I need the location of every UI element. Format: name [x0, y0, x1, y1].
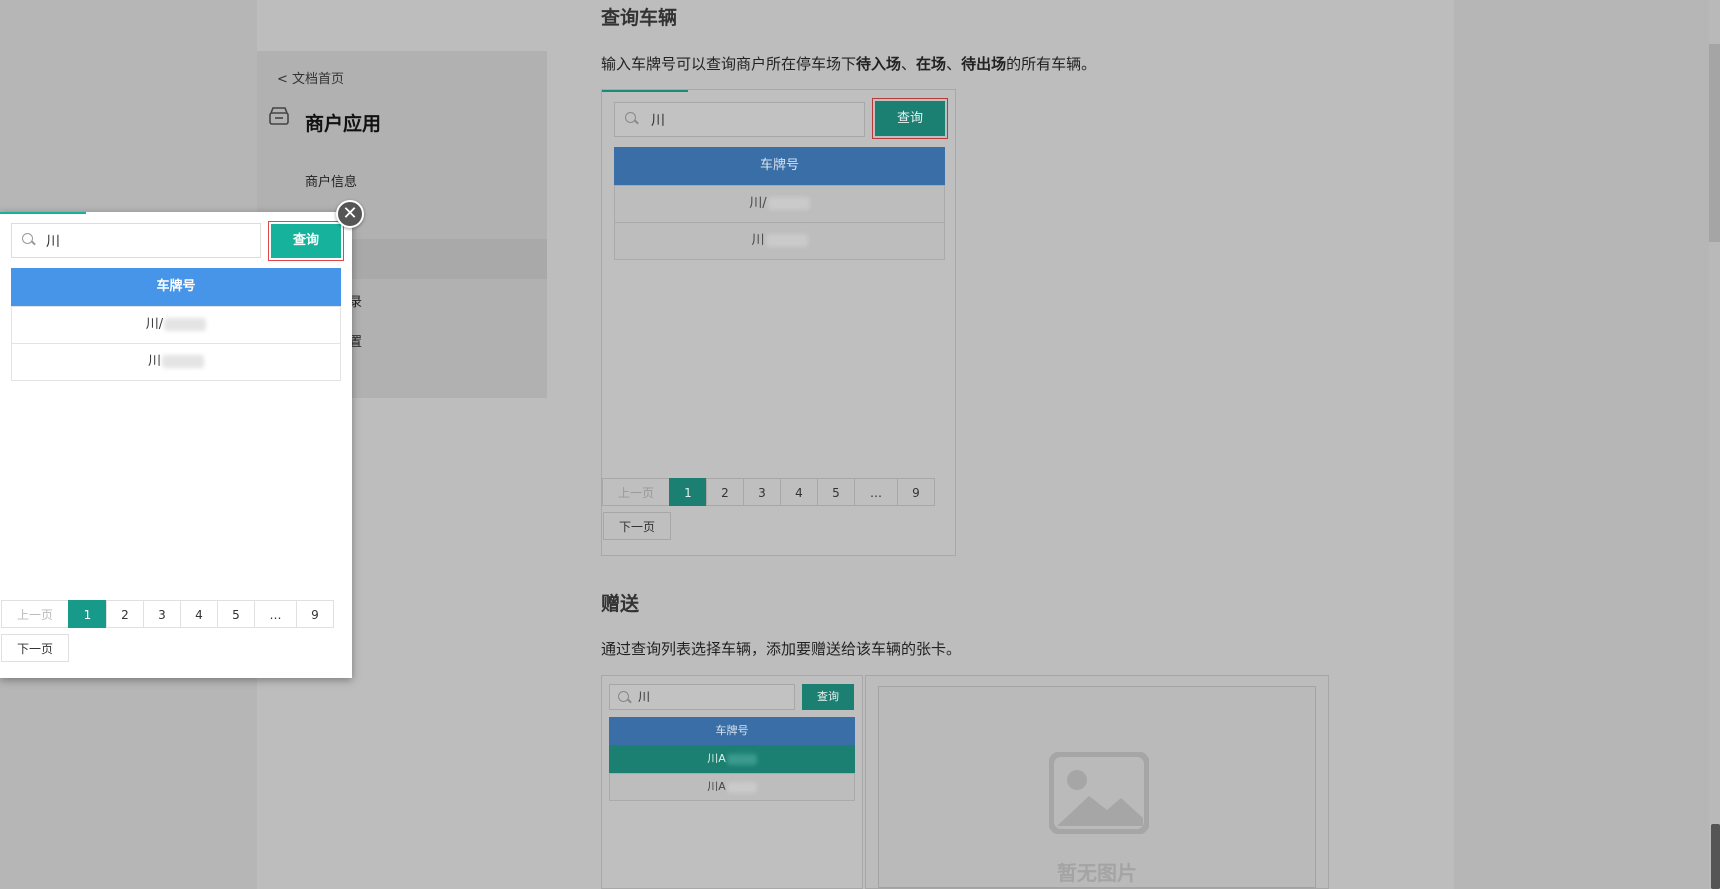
search-value: 川 [651, 113, 665, 129]
popup-accent-bar [0, 212, 86, 214]
section-desc-query-vehicle: 输入车牌号可以查询商户所在停车场下待入场、在场、待出场的所有车辆。 [601, 55, 1097, 73]
store-icon [269, 107, 289, 125]
search-input[interactable]: 川 [614, 102, 865, 137]
blurred-plate [164, 318, 207, 331]
prev-page-button[interactable]: 上一页 [1, 600, 69, 628]
section-desc-gift: 通过查询列表选择车辆，添加要赠送给该车辆的张卡。 [601, 640, 962, 658]
popup-pagination: 上一页 1 2 3 4 5 … 9 [1, 600, 334, 628]
page-1-button[interactable]: 1 [669, 478, 707, 506]
query-button[interactable]: 查询 [875, 101, 945, 136]
gift-query-screenshot: 川 查询 车牌号 川A 川A [601, 675, 863, 889]
page-ellipsis: … [254, 600, 297, 628]
search-input[interactable]: 川 [609, 684, 795, 710]
popup-query-button[interactable]: 查询 [271, 224, 341, 258]
search-value: 川 [46, 234, 60, 250]
plate-column-header: 车牌号 [11, 268, 341, 306]
image-placeholder-panel: 暂无图片 [865, 675, 1329, 889]
sidebar-title: 商户应用 [305, 113, 382, 135]
panel-accent-bar [602, 90, 688, 92]
query-button[interactable]: 查询 [802, 684, 854, 710]
blurred-plate [162, 355, 204, 368]
blurred-plate [726, 781, 757, 793]
pagination-next-row: 下一页 [603, 512, 671, 540]
scrollbar-thumb[interactable] [1709, 44, 1720, 242]
corner-widget [1711, 824, 1720, 889]
page-4-button[interactable]: 4 [780, 478, 818, 506]
blurred-plate [767, 197, 810, 210]
table-row-selected[interactable]: 川A [609, 745, 855, 773]
table-row[interactable]: 川/ [11, 306, 341, 344]
back-to-docs-link[interactable]: < 文档首页 [277, 68, 344, 87]
no-image-icon [1049, 752, 1149, 834]
next-page-button[interactable]: 下一页 [1, 634, 69, 662]
query-screenshot-panel: 川 查询 车牌号 川/ 川 上一页 1 2 3 4 5 … 9 下一页 [601, 89, 956, 556]
no-image-text: 暂无图片 [1057, 861, 1137, 885]
page-9-button[interactable]: 9 [296, 600, 334, 628]
page-ellipsis: … [854, 478, 898, 506]
table-row[interactable]: 川 [614, 222, 945, 260]
table-row[interactable]: 川 [11, 343, 341, 381]
preview-popup: 川 查询 车牌号 川/ 川 上一页 1 2 3 4 5 … 9 下一页 [0, 212, 352, 678]
pagination: 上一页 1 2 3 4 5 … 9 [602, 478, 935, 506]
query-button-highlight: 查询 [872, 98, 948, 139]
search-icon [618, 691, 629, 702]
query-button-highlight: 查询 [268, 221, 344, 261]
plate-column-header: 车牌号 [614, 147, 945, 185]
page-9-button[interactable]: 9 [897, 478, 935, 506]
popup-pagination-next-row: 下一页 [1, 634, 69, 662]
page-1-button[interactable]: 1 [68, 600, 107, 628]
page-5-button[interactable]: 5 [817, 478, 855, 506]
page-3-button[interactable]: 3 [743, 478, 781, 506]
search-icon [625, 112, 636, 123]
page-4-button[interactable]: 4 [180, 600, 218, 628]
table-row[interactable]: 川A [609, 773, 855, 801]
section-title-query-vehicle: 查询车辆 [601, 7, 678, 29]
close-icon: ✕ [342, 203, 358, 224]
blurred-plate [765, 234, 808, 247]
table-row[interactable]: 川/ [614, 185, 945, 223]
next-page-button[interactable]: 下一页 [603, 512, 671, 540]
plate-column-header: 车牌号 [609, 717, 855, 745]
blurred-plate [726, 753, 757, 765]
page-5-button[interactable]: 5 [217, 600, 255, 628]
close-popup-button[interactable]: ✕ [336, 200, 364, 228]
popup-search-input[interactable]: 川 [11, 223, 261, 258]
image-placeholder: 暂无图片 [878, 686, 1316, 888]
prev-page-button[interactable]: 上一页 [602, 478, 670, 506]
page-2-button[interactable]: 2 [106, 600, 144, 628]
page-2-button[interactable]: 2 [706, 478, 744, 506]
section-title-gift: 赠送 [601, 593, 640, 615]
page-3-button[interactable]: 3 [143, 600, 181, 628]
sidebar-item-merchant-info[interactable]: 商户信息 [305, 171, 357, 190]
search-icon [22, 233, 33, 244]
search-value: 川 [638, 690, 651, 704]
